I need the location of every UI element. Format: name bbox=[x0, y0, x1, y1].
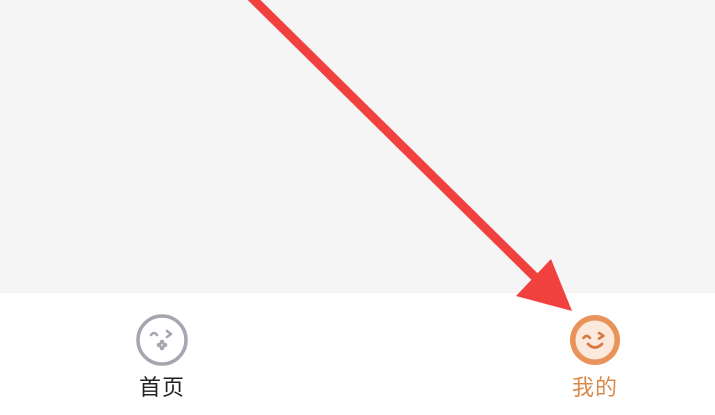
app-screen: 首页 我的 bbox=[0, 0, 715, 415]
tab-home-label: 首页 bbox=[138, 376, 185, 401]
home-face-icon bbox=[136, 314, 188, 366]
tab-home[interactable]: 首页 bbox=[107, 313, 217, 408]
tab-mine[interactable]: 我的 bbox=[540, 313, 650, 408]
wink-face-icon bbox=[570, 315, 620, 365]
tab-mine-label: 我的 bbox=[571, 376, 618, 401]
bottom-tab-bar: 首页 我的 bbox=[0, 293, 715, 415]
content-area bbox=[0, 0, 715, 293]
